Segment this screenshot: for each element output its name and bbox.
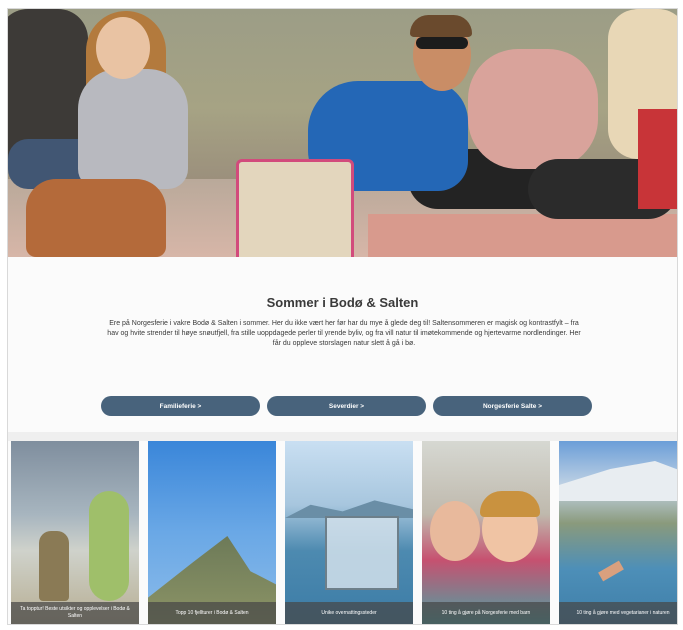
card-caption: Unike overnattingssteder bbox=[285, 602, 413, 624]
norgesferie-salten-button[interactable]: Norgesferie Salte > bbox=[433, 396, 592, 416]
page-frame: Sommer i Bodø & Salten Ere på Norgesferi… bbox=[7, 8, 678, 625]
card-fjellturer[interactable]: Topp 10 fjellturer i Bodø & Salten bbox=[148, 441, 276, 624]
card-caption: Topp 10 fjellturer i Bodø & Salten bbox=[148, 602, 276, 624]
card-caption: 10 ting å gjøre med vegetarianer i natur… bbox=[559, 602, 677, 624]
severdier-button[interactable]: Severdier > bbox=[267, 396, 426, 416]
card-caption: 10 ting å gjøre på Norgesferie med barn bbox=[422, 602, 550, 624]
section-divider bbox=[8, 432, 677, 441]
section-title: Sommer i Bodø & Salten bbox=[266, 295, 419, 310]
familieferie-button[interactable]: Familieferie > bbox=[101, 396, 260, 416]
button-label: Familieferie > bbox=[159, 402, 202, 410]
button-label: Severdier > bbox=[328, 402, 365, 410]
card-overnatting[interactable]: Unike overnattingssteder bbox=[285, 441, 413, 624]
intro-section: Sommer i Bodø & Salten Ere på Norgesferi… bbox=[8, 257, 677, 432]
card-barn[interactable]: 10 ting å gjøre på Norgesferie med barn bbox=[422, 441, 550, 624]
section-description: Ere på Norgesferie i vakre Bodø & Salten… bbox=[107, 320, 581, 347]
card-row: Ta topptur! Beste utsikter og opplevelse… bbox=[8, 441, 677, 624]
button-label: Norgesferie Salte > bbox=[482, 402, 543, 410]
card-caption: Ta topptur! Beste utsikter og opplevelse… bbox=[11, 602, 139, 624]
card-topptur[interactable]: Ta topptur! Beste utsikter og opplevelse… bbox=[11, 441, 139, 624]
hero-image bbox=[8, 9, 677, 257]
card-natur[interactable]: 10 ting å gjøre med vegetarianer i natur… bbox=[559, 441, 677, 624]
